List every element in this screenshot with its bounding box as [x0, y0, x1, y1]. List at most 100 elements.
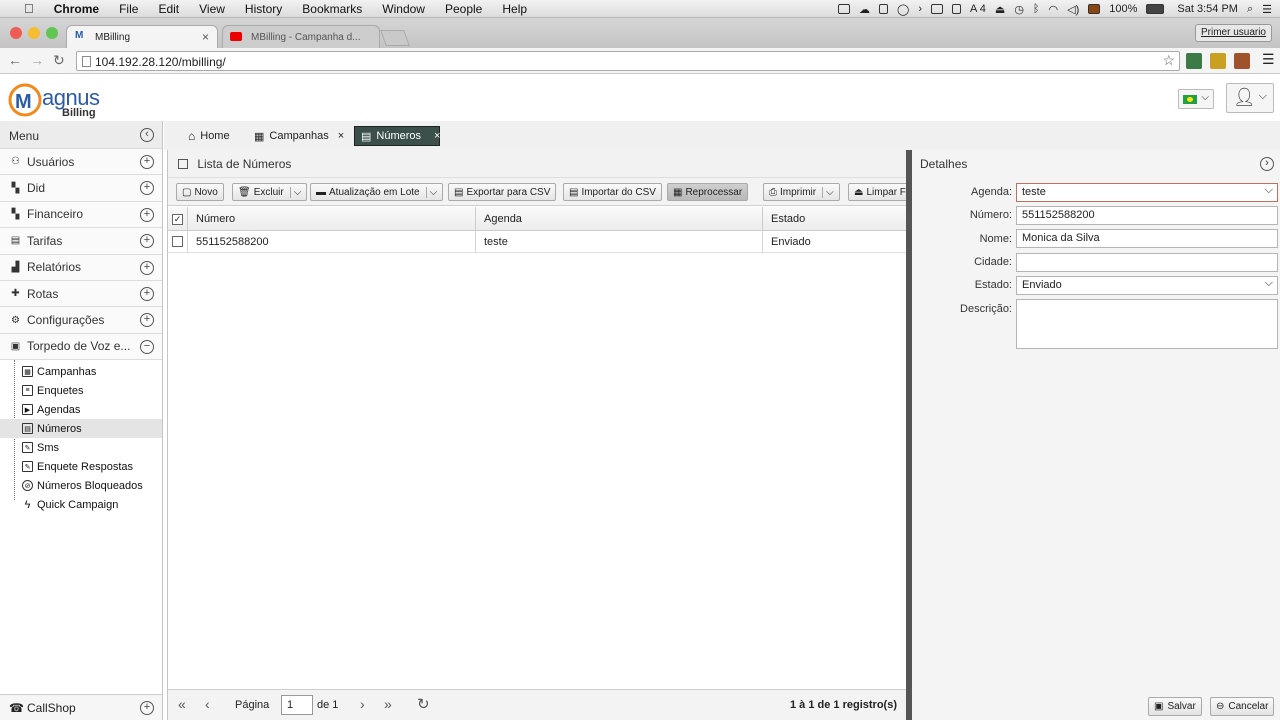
menu-edit[interactable]: Edit	[148, 2, 189, 16]
tab-campanhas[interactable]: ▦ Campanhas ×	[248, 126, 350, 146]
minimize-window-button[interactable]	[28, 27, 40, 39]
save-button[interactable]: ▣ Salvar	[1148, 697, 1202, 716]
profile-button[interactable]: Primer usuario	[1194, 24, 1272, 42]
delete-button[interactable]: 🗑︎ Excluir ⌵	[232, 183, 308, 201]
select-all-checkbox[interactable]: ✓	[172, 214, 183, 225]
close-icon[interactable]: ×	[338, 130, 344, 142]
clear-filter-button[interactable]: ⏏ Limpar F	[848, 183, 906, 201]
expand-icon[interactable]: +	[140, 313, 154, 328]
extension-icon[interactable]	[1234, 53, 1250, 69]
volume-icon[interactable]: ◁)	[1067, 3, 1079, 16]
reload-icon[interactable]: ↻	[53, 52, 65, 69]
numero-field[interactable]: 551152588200	[1016, 206, 1278, 225]
submenu-item-enquetes[interactable]: ≡ Enquetes	[0, 381, 162, 400]
prev-page-icon[interactable]: ‹	[205, 696, 210, 712]
cancel-button[interactable]: ⊖ Cancelar	[1210, 697, 1275, 716]
sidebar-item-relatorios[interactable]: ▟ Relatórios +	[0, 254, 162, 281]
input-source[interactable]: A 4	[970, 3, 986, 15]
eject-icon[interactable]: ⏏	[995, 3, 1005, 16]
next-page-icon[interactable]: ›	[360, 696, 365, 712]
tray-icon[interactable]: ◯	[897, 3, 909, 16]
estado-select[interactable]: Enviado	[1016, 276, 1278, 295]
sidebar-item-usuarios[interactable]: ⚇ Usuários +	[0, 149, 162, 176]
select-all-header[interactable]: ✓	[168, 207, 188, 231]
menu-help[interactable]: Help	[492, 2, 537, 16]
flag-icon[interactable]	[1088, 4, 1101, 14]
submenu-item-numeros[interactable]: ▤ Números	[0, 419, 162, 439]
expand-icon[interactable]: +	[140, 260, 154, 275]
battery-icon[interactable]	[1146, 4, 1165, 14]
sidebar-item-tarifas[interactable]: ▤ Tarifas +	[0, 228, 162, 255]
chrome-menu-icon[interactable]: ☰	[1262, 51, 1275, 68]
refresh-icon[interactable]: ↻	[417, 695, 430, 713]
chevron-down-icon[interactable]: ⌵	[289, 186, 301, 198]
tray-icon[interactable]	[838, 4, 851, 14]
expand-icon[interactable]: +	[140, 207, 154, 222]
browser-tab-active[interactable]: M MBilling ×	[66, 25, 218, 48]
row-select-cell[interactable]	[168, 231, 188, 253]
bookmark-star-icon[interactable]: ☆	[1162, 52, 1175, 69]
collapse-icon[interactable]: −	[140, 339, 154, 354]
row-checkbox[interactable]	[172, 236, 183, 247]
magnus-logo[interactable]: M agnus Billing	[8, 81, 118, 121]
submenu-item-campanhas[interactable]: ▦ Campanhas	[0, 362, 162, 381]
column-numero[interactable]: Número	[188, 207, 476, 231]
expand-icon[interactable]: +	[140, 155, 154, 169]
menu-chrome[interactable]: Chrome	[44, 2, 109, 16]
submenu-item-numeros-bloqueados[interactable]: ⊘ Números Bloqueados	[0, 476, 162, 495]
cloud-icon[interactable]: ☁	[859, 3, 870, 16]
column-agenda[interactable]: Agenda	[476, 207, 763, 231]
column-estado[interactable]: Estado	[763, 207, 907, 231]
expand-icon[interactable]: +	[140, 234, 154, 249]
spotlight-icon[interactable]: ⌕	[1247, 3, 1253, 16]
clock[interactable]: Sat 3:54 PM	[1177, 3, 1238, 15]
collapse-details-icon[interactable]: ›	[1260, 157, 1274, 171]
back-icon[interactable]: ←	[8, 52, 22, 68]
reprocess-button[interactable]: ▦ Reprocessar	[667, 183, 749, 201]
first-page-icon[interactable]: «	[178, 696, 186, 712]
menu-history[interactable]: History	[235, 2, 292, 16]
submenu-item-quick-campaign[interactable]: ϟ Quick Campaign	[0, 495, 162, 514]
menu-file[interactable]: File	[109, 2, 148, 16]
tray-icon[interactable]	[952, 4, 961, 14]
sidebar-item-rotas[interactable]: ✚ Rotas +	[0, 280, 162, 308]
sidebar-item-torpedo[interactable]: ▣ Torpedo de Voz e... −	[0, 333, 162, 361]
tray-icon[interactable]	[931, 4, 943, 14]
import-csv-button[interactable]: ▤ Importar do CSV	[563, 183, 662, 201]
cidade-field[interactable]	[1016, 253, 1278, 272]
tab-close-icon[interactable]: ×	[202, 30, 209, 44]
chevron-down-icon[interactable]: ⌵	[822, 186, 834, 198]
submenu-item-agendas[interactable]: ▶ Agendas	[0, 400, 162, 419]
collapse-sidebar-icon[interactable]: ‹	[140, 128, 154, 142]
extension-icon[interactable]	[1186, 53, 1202, 69]
extension-icon[interactable]	[1210, 53, 1226, 69]
tab-numeros[interactable]: ▤ Números ×	[354, 126, 440, 146]
descricao-textarea[interactable]	[1016, 299, 1278, 349]
url-input[interactable]: 104.192.28.120/mbilling/ ☆	[76, 51, 1180, 71]
expand-icon[interactable]: +	[140, 701, 154, 715]
submenu-item-sms[interactable]: ✎ Sms	[0, 438, 162, 457]
forward-icon[interactable]: →	[30, 52, 44, 68]
bluetooth-icon[interactable]: ᛒ	[1033, 3, 1040, 15]
maximize-window-button[interactable]	[46, 27, 58, 39]
submenu-item-enquete-respostas[interactable]: ✎ Enquete Respostas	[0, 457, 162, 476]
menu-window[interactable]: Window	[372, 2, 435, 16]
chevron-down-icon[interactable]: ⌵	[425, 186, 437, 198]
user-menu-button[interactable]: 👤︎ ⌵	[1226, 83, 1274, 113]
nome-field[interactable]: Monica da Silva	[1016, 229, 1278, 248]
apple-icon[interactable]: 	[14, 1, 44, 16]
print-button[interactable]: ⎙ Imprimir ⌵	[763, 183, 840, 201]
menu-people[interactable]: People	[435, 2, 492, 16]
wifi-icon[interactable]: ◠	[1049, 3, 1059, 16]
last-page-icon[interactable]: »	[384, 696, 392, 712]
export-csv-button[interactable]: ▤ Exportar para CSV	[448, 183, 557, 201]
menu-bookmarks[interactable]: Bookmarks	[292, 2, 372, 16]
sidebar-item-financeiro[interactable]: ▚ Financeiro +	[0, 201, 162, 229]
sidebar-item-did[interactable]: ▚ Did +	[0, 175, 162, 202]
browser-tab[interactable]: MBilling - Campanha d...	[222, 25, 380, 48]
sidebar-item-configuracoes[interactable]: ⚙ Configurações +	[0, 307, 162, 334]
close-icon[interactable]: ×	[434, 130, 440, 142]
sidebar-item-callshop[interactable]: ☎ CallShop +	[0, 694, 162, 720]
notification-icon[interactable]: ☰	[1262, 3, 1272, 16]
expand-icon[interactable]: +	[140, 181, 154, 196]
